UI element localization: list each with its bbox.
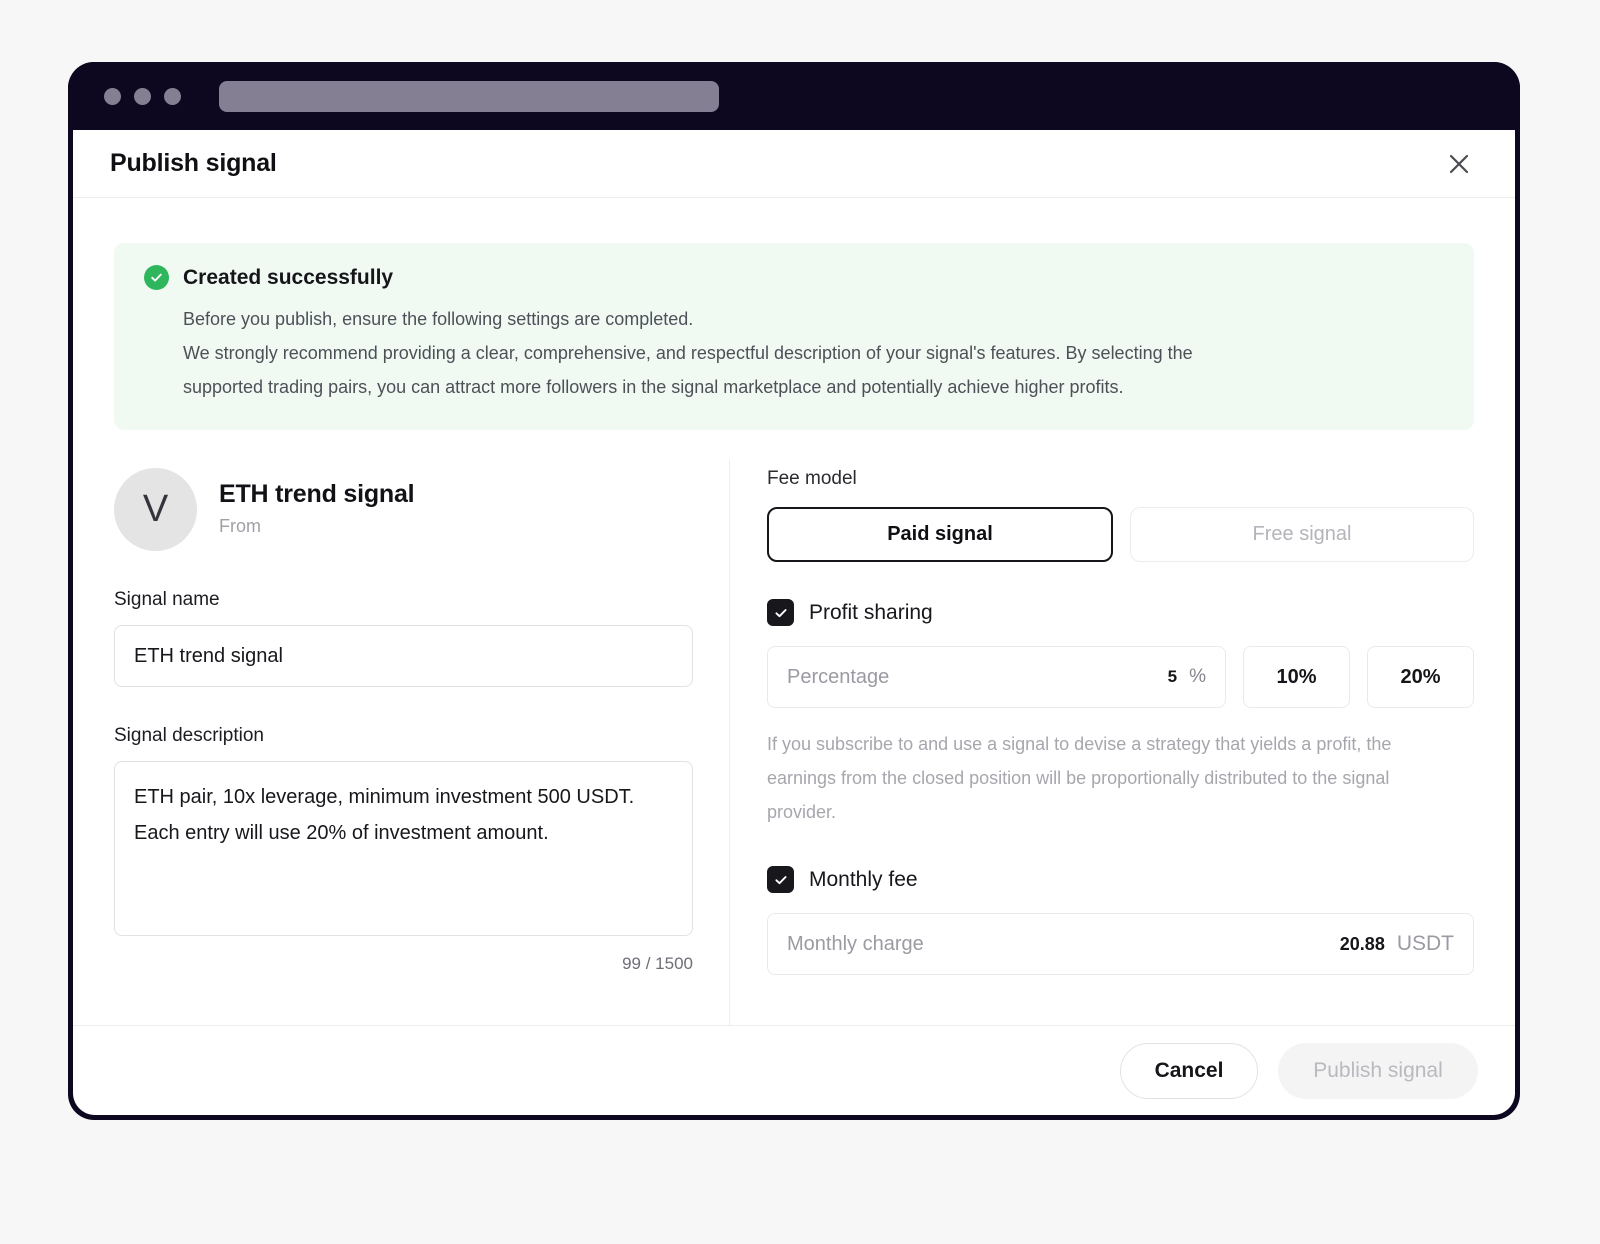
traffic-light-close-icon[interactable] [104,87,121,105]
publish-signal-button[interactable]: Publish signal [1278,1042,1478,1099]
banner-line: Before you publish, ensure the following… [183,309,694,329]
profile-name: ETH trend signal [219,480,415,508]
monthly-fee-checkbox[interactable] [767,866,794,893]
browser-titlebar [68,62,1520,130]
monthly-charge-placeholder: Monthly charge [787,932,924,955]
signal-name-input[interactable] [114,625,693,687]
monthly-charge-value: 20.88 [1339,933,1385,954]
signal-description-label: Signal description [114,725,264,746]
check-circle-icon [144,265,169,290]
right-column: Fee model Paid signal Free signal Profit… [729,460,1474,1035]
character-counter: 99 / 1500 [622,954,693,973]
browser-window: Publish signal Created successfully Befo… [68,62,1520,1120]
profile-from-label: From [219,516,261,536]
signal-name-field: Signal name [114,589,693,687]
address-bar[interactable] [219,80,719,112]
profit-sharing-helper-text: If you subscribe to and use a signal to … [767,734,1392,822]
success-banner: Created successfully Before you publish,… [114,243,1474,430]
percentage-placeholder: Percentage [787,665,890,688]
page-backdrop: Publish signal Created successfully Befo… [0,0,1600,1244]
fee-model-label: Fee model [767,468,857,489]
banner-title: Created successfully [183,265,394,289]
profit-sharing-label: Profit sharing [809,600,933,624]
page-title: Publish signal [110,149,277,177]
percentage-preset-10[interactable]: 10% [1243,646,1350,708]
left-column: V ETH trend signal From Signal name Sign… [114,460,729,1035]
profit-sharing-toggle-row[interactable]: Profit sharing [767,599,1474,626]
banner-text: Before you publish, ensure the following… [144,302,1446,404]
signal-description-textarea[interactable] [114,761,693,936]
percentage-unit: % [1189,666,1206,687]
avatar: V [114,468,197,551]
tab-free-signal[interactable]: Free signal [1130,507,1474,562]
banner-line: supported trading pairs, you can attract… [183,377,1124,397]
monthly-charge-input[interactable]: Monthly charge 20.88 USDT [767,913,1474,975]
signal-profile: V ETH trend signal From [114,468,693,551]
fee-model-segmented-control: Paid signal Free signal [767,507,1474,562]
profit-sharing-checkbox[interactable] [767,599,794,626]
tab-paid-signal[interactable]: Paid signal [767,507,1113,562]
banner-header: Created successfully [144,265,1446,290]
percentage-preset-20[interactable]: 20% [1367,646,1474,708]
cancel-button[interactable]: Cancel [1120,1042,1258,1099]
monthly-fee-label: Monthly fee [809,867,918,891]
percentage-row: Percentage 5 % 10% 20% [767,646,1474,708]
modal-header: Publish signal [73,130,1515,198]
signal-description-field: Signal description 99 / 1500 [114,725,693,974]
browser-viewport: Publish signal Created successfully Befo… [73,130,1515,1115]
traffic-light-maximize-icon[interactable] [164,87,181,105]
monthly-fee-toggle-row[interactable]: Monthly fee [767,866,1474,893]
modal-footer: Cancel Publish signal [73,1025,1515,1115]
percentage-input[interactable]: Percentage 5 % [767,646,1226,708]
traffic-light-minimize-icon[interactable] [134,87,151,105]
percentage-value: 5 [1167,667,1178,686]
monthly-charge-unit: USDT [1396,932,1454,955]
banner-line: We strongly recommend providing a clear,… [183,343,1193,363]
signal-name-label: Signal name [114,589,220,610]
modal-columns: V ETH trend signal From Signal name Sign… [114,460,1474,1035]
modal-body: Created successfully Before you publish,… [73,243,1515,1035]
profile-meta: ETH trend signal From [219,480,415,539]
close-icon[interactable] [1439,144,1479,184]
